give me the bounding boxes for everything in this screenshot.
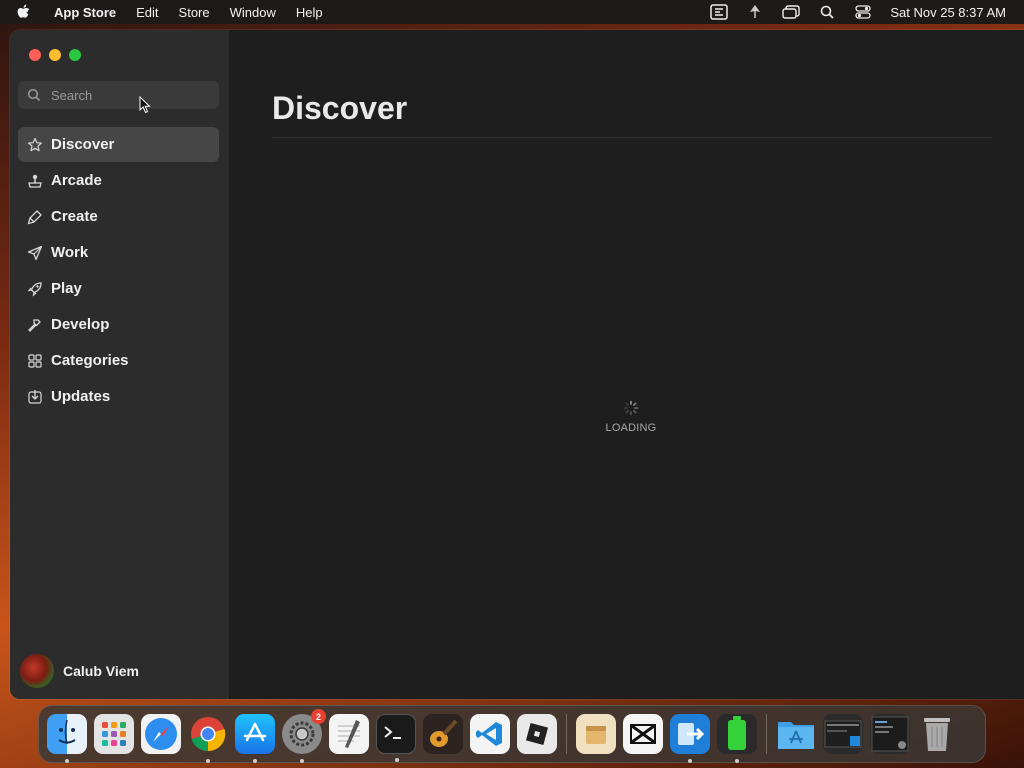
dock-separator <box>766 714 767 754</box>
grid-icon <box>26 352 43 369</box>
window-controls <box>29 49 81 61</box>
dock-trash-icon[interactable] <box>917 714 957 754</box>
menu-window[interactable]: Window <box>230 5 276 20</box>
mouse-cursor-icon <box>139 96 151 114</box>
dock-battery-app-icon[interactable] <box>717 714 757 763</box>
dock-app-store-icon[interactable] <box>235 714 275 763</box>
sidebar-item-develop[interactable]: Develop <box>18 307 219 342</box>
hammer-icon <box>26 316 43 333</box>
dock-system-settings-icon[interactable]: 2 <box>282 709 326 763</box>
sidebar-item-create[interactable]: Create <box>18 199 219 234</box>
avatar <box>20 654 54 688</box>
sidebar-item-discover[interactable]: Discover <box>18 127 219 162</box>
app-store-window: Discover Arcade Create Work <box>10 30 1024 699</box>
sidebar-item-label: Categories <box>51 352 129 369</box>
sidebar-item-arcade[interactable]: Arcade <box>18 163 219 198</box>
sidebar-item-play[interactable]: Play <box>18 271 219 306</box>
control-center-icon[interactable] <box>854 4 872 20</box>
menubar-clock[interactable]: Sat Nov 25 8:37 AM <box>890 5 1006 20</box>
search-input[interactable] <box>51 87 201 103</box>
sidebar-item-label: Create <box>51 208 98 225</box>
sidebar-nav: Discover Arcade Create Work Play Develop… <box>18 127 219 415</box>
dock: 2 <box>38 705 986 763</box>
zoom-button[interactable] <box>69 49 81 61</box>
close-button[interactable] <box>29 49 41 61</box>
star-icon <box>26 136 43 153</box>
search-field[interactable] <box>18 81 219 109</box>
sidebar-item-label: Develop <box>51 316 110 333</box>
dock-chrome-icon[interactable] <box>188 714 228 763</box>
joystick-icon <box>26 172 43 189</box>
spinner-icon <box>623 400 639 416</box>
menu-bar: App Store Edit Store Window Help Sat Nov… <box>0 0 1024 24</box>
title-divider <box>272 137 992 138</box>
menu-edit[interactable]: Edit <box>136 5 158 20</box>
sidebar: Discover Arcade Create Work <box>10 30 230 699</box>
dock-recent-window-icon[interactable] <box>823 714 863 754</box>
sidebar-item-label: Discover <box>51 136 115 153</box>
dock-applications-folder-icon[interactable] <box>776 714 816 754</box>
dock-vscode-icon[interactable] <box>470 714 510 754</box>
dock-safari-icon[interactable] <box>141 714 181 754</box>
umbrella-status-icon[interactable] <box>746 4 764 20</box>
menu-help[interactable]: Help <box>296 5 323 20</box>
brush-icon <box>26 208 43 225</box>
menu-store[interactable]: Store <box>179 5 210 20</box>
dock-separator <box>566 714 567 754</box>
sidebar-item-work[interactable]: Work <box>18 235 219 270</box>
page-title: Discover <box>272 90 408 126</box>
sidebar-item-categories[interactable]: Categories <box>18 343 219 378</box>
dock-textedit-icon[interactable] <box>329 714 369 754</box>
sidebar-item-label: Updates <box>51 388 111 405</box>
dock-launchpad-icon[interactable] <box>94 714 134 754</box>
download-icon <box>26 388 43 405</box>
dock-garageband-icon[interactable] <box>423 714 463 754</box>
dock-roblox-icon[interactable] <box>517 714 557 754</box>
sidebar-item-updates[interactable]: Updates <box>18 379 219 414</box>
window-switcher-icon[interactable] <box>782 4 801 20</box>
account-name: Calub Viem <box>63 663 139 679</box>
notification-badge: 2 <box>311 709 326 724</box>
search-icon <box>27 88 41 102</box>
loading-label: LOADING <box>605 422 657 434</box>
menu-app-name[interactable]: App Store <box>54 5 116 20</box>
dock-capcut-icon[interactable] <box>623 714 663 754</box>
sidebar-item-label: Work <box>51 244 89 261</box>
loading-indicator: LOADING <box>596 400 666 434</box>
sidebar-item-label: Play <box>51 280 82 297</box>
apple-menu-icon[interactable] <box>16 4 36 20</box>
main-content: Discover LOADING <box>231 30 1024 699</box>
dock-migration-assistant-icon[interactable] <box>670 714 710 763</box>
dock-recent-window-icon[interactable] <box>870 714 910 754</box>
rocket-icon <box>26 280 43 297</box>
dock-finder-icon[interactable] <box>47 714 87 763</box>
minimize-button[interactable] <box>49 49 61 61</box>
dock-archive-utility-icon[interactable] <box>576 714 616 754</box>
status-app-icon[interactable] <box>710 4 729 20</box>
dock-terminal-icon[interactable] <box>376 714 416 762</box>
sidebar-item-label: Arcade <box>51 172 102 189</box>
paper-plane-icon <box>26 244 43 261</box>
account-button[interactable]: Calub Viem <box>20 654 139 688</box>
spotlight-search-icon[interactable] <box>818 4 836 20</box>
